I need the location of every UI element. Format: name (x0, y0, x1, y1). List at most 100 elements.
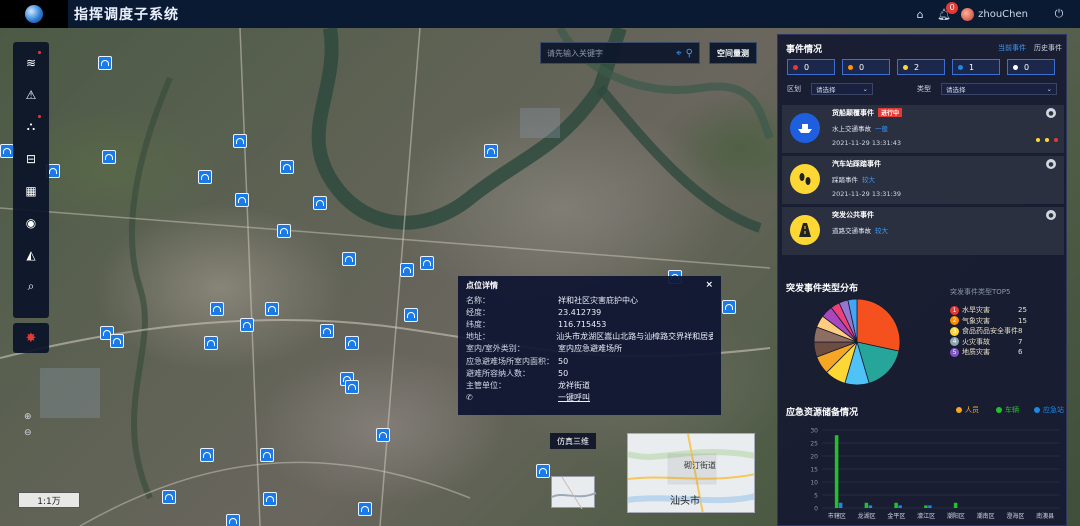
overview-minimap[interactable]: 砌汀街道 汕头市 (627, 433, 755, 513)
shelter-pin-icon[interactable] (110, 334, 124, 348)
type-select[interactable]: 请选择 ⌄ (941, 83, 1057, 95)
top5-item: 5 地质灾害 6 (950, 347, 1022, 357)
event-time: 2021-11-29 13:31:43 (832, 139, 902, 147)
location-pin-icon[interactable]: ⌖ (676, 48, 682, 59)
shelter-pin-icon[interactable] (263, 492, 277, 506)
stat-white[interactable]: 0 (1007, 59, 1055, 75)
detail-value: 龙祥街道 (558, 380, 590, 390)
shelter-pin-icon[interactable] (98, 56, 112, 70)
shelter-pin-icon[interactable] (280, 160, 294, 174)
search-input[interactable] (547, 48, 677, 58)
shelter-pin-icon[interactable] (400, 263, 414, 277)
cabinet-icon[interactable]: ⊟ (17, 144, 45, 173)
shelter-pin-icon[interactable] (200, 448, 214, 462)
shelter-pin-icon[interactable] (226, 514, 240, 526)
event-level-link[interactable]: 较大 (862, 176, 875, 184)
shelter-pin-icon[interactable] (102, 150, 116, 164)
detail-row: 应急避难场所室内面积： 50 (466, 355, 713, 367)
event-card[interactable]: 汽车站踩踏事件 踩踏事件 较大 2021-11-29 13:31:39 ● (782, 156, 1064, 204)
y-tick-label: 25 (810, 441, 818, 448)
event-card[interactable]: 突发公共事件 道路交通事故 较大 ● (782, 207, 1064, 255)
shelter-pin-icon[interactable] (342, 252, 356, 266)
event-level-link[interactable]: 一般 (875, 125, 888, 133)
globe-icon[interactable]: ◉ (17, 208, 45, 237)
shelter-pin-icon[interactable] (313, 196, 327, 210)
username[interactable]: zhouChen (978, 9, 1028, 20)
avatar[interactable] (961, 7, 975, 21)
stat-red[interactable]: 0 (787, 59, 835, 75)
bar-应急站-市辖区[interactable] (838, 502, 843, 508)
stat-blue[interactable]: 1 (952, 59, 1000, 75)
shelter-pin-icon[interactable] (204, 336, 218, 350)
shelter-pin-icon[interactable] (484, 144, 498, 158)
detail-value: 汕头市龙湖区嵩山北路与汕樟路交界祥和居委 (556, 332, 713, 342)
bar-应急站-金平区[interactable] (898, 505, 902, 508)
tab-current-events[interactable]: 当前事件 (998, 43, 1026, 53)
space-measure-button[interactable]: 空间量测 (709, 42, 757, 64)
event-level-link[interactable]: 较大 (875, 227, 888, 235)
detail-key: 经度： (466, 307, 490, 317)
shelter-pin-icon[interactable] (277, 224, 291, 238)
shelter-pin-icon[interactable] (376, 428, 390, 442)
simulation-3d-button[interactable]: 仿真三维 (550, 433, 596, 449)
shelter-pin-icon[interactable] (722, 300, 736, 314)
shelter-pin-icon[interactable] (345, 336, 359, 350)
bar-车辆-金平区[interactable] (894, 502, 898, 508)
bar-应急站-龙湖区[interactable] (868, 505, 873, 508)
monitor-search-icon[interactable]: ⌕ (17, 272, 45, 301)
call-link[interactable]: 一键呼叫 (558, 392, 590, 403)
camera-icon[interactable]: ◭ (17, 240, 45, 269)
app-logo (0, 0, 68, 28)
location-icon[interactable]: ● (1046, 210, 1056, 220)
bar-车辆-濠江区[interactable] (924, 505, 928, 508)
detail-row: 主管单位： 龙祥街道 (466, 379, 713, 391)
shelter-pin-icon[interactable] (198, 170, 212, 184)
shelter-pin-icon[interactable] (0, 144, 14, 158)
shelter-pin-icon[interactable] (265, 302, 279, 316)
top5-item: 3 食品药品安全事件 8 (950, 326, 1022, 336)
shelter-pin-icon[interactable] (420, 256, 434, 270)
minimap-thumbnail[interactable] (551, 476, 597, 510)
shelter-pin-icon[interactable] (233, 134, 247, 148)
stat-orange[interactable]: 0 (842, 59, 890, 75)
bar-车辆-市辖区[interactable] (834, 435, 839, 508)
close-icon[interactable]: × (705, 280, 713, 291)
top5-name: 食品药品安全事件 (962, 327, 1018, 335)
tab-history-events[interactable]: 历史事件 (1034, 43, 1062, 53)
shelter-pin-icon[interactable] (240, 318, 254, 332)
zoom-icon[interactable]: ⊖ (24, 428, 32, 438)
shelter-pin-icon[interactable] (162, 490, 176, 504)
region-select[interactable]: 请选择 ⌄ (811, 83, 873, 95)
locate-icon[interactable]: ⊕ (24, 412, 32, 422)
grid-icon[interactable]: ▦ (17, 176, 45, 205)
shelter-pin-icon[interactable] (345, 380, 359, 394)
shelter-pin-icon[interactable] (235, 193, 249, 207)
shelter-pin-icon[interactable] (320, 324, 334, 338)
search-icon[interactable]: ⚲ (686, 48, 693, 59)
location-icon[interactable]: ● (1046, 159, 1056, 169)
bar-车辆-潮阳区[interactable] (953, 502, 958, 508)
home-icon[interactable]: ⌂ (913, 7, 927, 21)
detail-key: 名称： (466, 295, 490, 305)
bell-icon[interactable]: 🔔︎ 0 (937, 2, 959, 21)
network-icon[interactable]: ⛬ (17, 112, 45, 141)
alarm-icon[interactable]: ✸ (13, 323, 49, 353)
stat-yellow[interactable]: 2 (897, 59, 945, 75)
detail-key: 室内/室外类别： (466, 344, 525, 354)
power-icon[interactable]: ⏻ (1052, 7, 1066, 21)
bar-应急站-濠江区[interactable] (928, 505, 932, 508)
stat-value: 2 (914, 62, 920, 72)
bar-车辆-龙湖区[interactable] (864, 502, 869, 508)
shelter-pin-icon[interactable] (358, 502, 372, 516)
shelter-pin-icon[interactable] (404, 308, 418, 322)
location-icon[interactable]: ● (1046, 108, 1056, 118)
layers-icon[interactable]: ≋ (17, 48, 45, 77)
stat-value: 0 (1024, 62, 1030, 72)
x-tick-label: 澄海区 (1006, 512, 1024, 520)
event-card[interactable]: 货船颠覆事件 进行中 水上交通事故 一般 2021-11-29 13:31:43 ● (782, 105, 1064, 153)
shelter-pin-icon[interactable] (210, 302, 224, 316)
warning-icon[interactable]: ⚠ (17, 80, 45, 109)
legend-label: 人员 (965, 406, 979, 414)
shelter-pin-icon[interactable] (260, 448, 274, 462)
shelter-pin-icon[interactable] (536, 464, 550, 478)
